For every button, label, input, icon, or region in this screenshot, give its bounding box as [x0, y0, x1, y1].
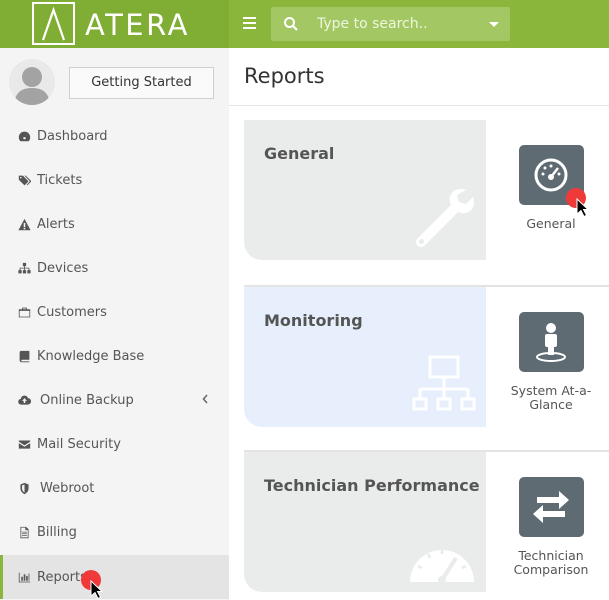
sidebar-item-label: Dashboard [37, 128, 108, 144]
tile-label: System At-a-Glance [510, 383, 592, 412]
sidebar: Getting Started Dashboard Tickets Alerts… [0, 48, 229, 600]
section-general: General [244, 120, 486, 260]
mouse-pointer-icon [576, 198, 590, 218]
shield-icon [17, 481, 31, 495]
warning-icon [17, 217, 31, 231]
hamburger-menu-icon[interactable] [243, 17, 256, 30]
section-title: Monitoring [264, 311, 363, 330]
sidebar-item-label: Alerts [37, 216, 75, 232]
briefcase-icon [17, 305, 31, 319]
section-title: General [264, 144, 335, 163]
logo-area[interactable]: ATERA [0, 0, 229, 48]
logo-text: ATERA [85, 8, 190, 42]
search-dropdown-caret-icon[interactable] [489, 22, 499, 27]
tile-label: General [526, 216, 576, 231]
report-tile-technician-comparison[interactable]: Technician Comparison [496, 477, 606, 577]
sidebar-item-label: Billing [37, 524, 77, 540]
report-tile-general[interactable]: General [496, 145, 606, 231]
sidebar-item-devices[interactable]: Devices [0, 246, 229, 290]
tags-icon [17, 173, 31, 187]
cloud-upload-icon [17, 393, 31, 407]
sidebar-item-label: Reports [37, 569, 87, 585]
file-icon [17, 525, 31, 539]
search-icon [284, 17, 298, 31]
sidebar-item-label: Mail Security [37, 436, 121, 452]
sidebar-item-billing[interactable]: Billing [0, 510, 229, 554]
title-divider [229, 105, 609, 106]
search-input[interactable] [317, 7, 477, 41]
section-monitoring: Monitoring [244, 287, 486, 427]
sidebar-item-label: Customers [37, 304, 107, 320]
map-marker-person-icon [536, 323, 566, 362]
atera-logo-mark [32, 2, 75, 45]
logo-caret-icon [41, 6, 66, 41]
main-content: Reports General General Monitoring Syste… [229, 48, 609, 600]
sidebar-item-mail-security[interactable]: Mail Security [0, 422, 229, 466]
technician-comparison-tile[interactable] [518, 477, 584, 537]
search-bar[interactable] [271, 7, 510, 41]
chevron-left-icon[interactable] [202, 394, 209, 404]
sidebar-item-label: Webroot [40, 480, 95, 496]
wrench-icon [416, 189, 474, 247]
user-silhouette-icon [14, 67, 50, 105]
sidebar-item-alerts[interactable]: Alerts [0, 202, 229, 246]
sidebar-item-online-backup[interactable]: Online Backup [0, 378, 229, 422]
sidebar-item-label: Devices [37, 260, 89, 276]
avatar[interactable] [9, 59, 55, 105]
report-tile-system-at-a-glance[interactable]: System At-a-Glance [496, 312, 606, 412]
envelope-icon [17, 437, 31, 451]
sidebar-item-webroot[interactable]: Webroot [0, 466, 229, 510]
sidebar-item-customers[interactable]: Customers [0, 290, 229, 334]
system-glance-tile[interactable] [518, 312, 584, 372]
sitemap-icon [17, 261, 31, 275]
sidebar-item-label: Knowledge Base [37, 348, 145, 364]
bar-chart-icon [17, 570, 31, 584]
book-icon [17, 349, 31, 363]
section-title: Technician Performance [264, 476, 480, 495]
dashboard-icon [17, 129, 31, 143]
page-title: Reports [244, 64, 325, 88]
sidebar-item-label: Online Backup [40, 392, 134, 408]
sidebar-item-label: Tickets [37, 172, 83, 188]
getting-started-button[interactable]: Getting Started [69, 67, 214, 99]
section-technician-performance: Technician Performance [244, 452, 486, 592]
network-sitemap-icon [412, 355, 476, 411]
sidebar-item-tickets[interactable]: Tickets [0, 158, 229, 202]
top-bar: ATERA [0, 0, 609, 48]
mouse-pointer-icon [90, 580, 104, 600]
sidebar-item-knowledge-base[interactable]: Knowledge Base [0, 334, 229, 378]
tile-label: Technician Comparison [513, 548, 589, 577]
sidebar-item-reports[interactable]: Reports [0, 555, 229, 599]
sidebar-item-dashboard[interactable]: Dashboard [0, 114, 229, 158]
exchange-arrows-icon [533, 491, 569, 523]
gauge-icon [534, 158, 568, 192]
speedometer-icon [410, 549, 474, 584]
